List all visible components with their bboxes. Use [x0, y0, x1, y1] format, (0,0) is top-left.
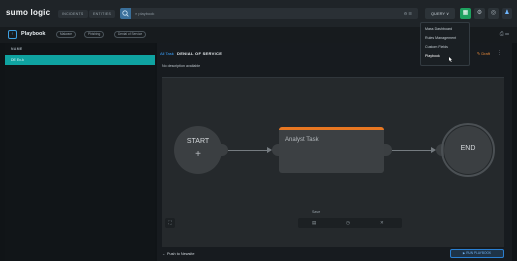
sumo-logic-logo[interactable]: sumo logic: [6, 8, 50, 17]
task-node-label: Analyst Task: [285, 137, 319, 143]
view-toggle-icons[interactable]: ⎙ ▭: [500, 31, 509, 37]
end-node-label: END: [460, 145, 476, 152]
more-options-icon[interactable]: ⋮: [497, 50, 502, 56]
toolbar-label: Save: [312, 210, 321, 214]
menu-item-playbook[interactable]: Playbook: [425, 54, 440, 58]
apps-grid-icon[interactable]: ▦: [460, 8, 471, 19]
filter-tag-denial-of-service[interactable]: Denial of Service: [114, 31, 147, 38]
entities-nav-button[interactable]: ENTITIES: [89, 10, 116, 18]
list-item[interactable]: DE Ex-k: [5, 55, 155, 65]
incidents-nav-button[interactable]: INCIDENTS: [58, 10, 88, 18]
menu-item-mass-dashboard[interactable]: Mass Dashboard: [425, 27, 452, 31]
start-output-port[interactable]: [220, 144, 228, 156]
back-button[interactable]: ‹: [8, 30, 17, 39]
close-icon[interactable]: ✕: [380, 220, 384, 226]
menu-item-custom-fields[interactable]: Custom Fields: [425, 45, 448, 49]
list-item-label: DE Ex-k: [11, 58, 24, 62]
playbook-description: No description available: [162, 64, 201, 68]
task-status-bar: [279, 127, 384, 130]
task-output-port[interactable]: [384, 144, 392, 156]
playbook-list-panel: NAME DE Ex-k: [5, 43, 155, 261]
search-input[interactable]: ⌕ playbook: [135, 11, 154, 16]
search-icon[interactable]: [120, 8, 131, 19]
help-icon[interactable]: ◎: [488, 8, 499, 19]
start-node-label: START: [186, 138, 210, 145]
run-playbook-button[interactable]: ▶ RUN PLAYBOOK: [450, 249, 504, 258]
playbook-canvas[interactable]: START + Analyst Task END ⛶ Save ▤ ◷ ✕: [162, 77, 504, 247]
search-options-icon[interactable]: ⚙ ☰: [404, 11, 412, 16]
fullscreen-icon[interactable]: ⛶: [165, 218, 175, 228]
filter-tag-malware[interactable]: Malware: [56, 31, 77, 38]
playbook-name: DENIAL OF SERVICE: [177, 51, 223, 56]
canvas-toolbar: ▤ ◷ ✕: [298, 218, 402, 228]
mouse-cursor-icon: [449, 57, 453, 63]
push-status-text: Push to Newsite: [167, 252, 195, 256]
user-icon[interactable]: ♟: [502, 8, 512, 19]
tab-all-task[interactable]: All Task: [160, 51, 174, 56]
menu-item-rules-management[interactable]: Rules Management: [425, 36, 456, 40]
search-bar[interactable]: ⌕ playbook ⚙ ☰: [120, 8, 418, 19]
connector-task-end: [392, 150, 432, 151]
column-header-name: NAME: [11, 47, 23, 51]
add-node-icon[interactable]: +: [174, 149, 222, 160]
history-icon[interactable]: ◷: [346, 220, 350, 226]
apps-dropdown-menu: Mass Dashboard Rules Management Custom F…: [420, 22, 470, 66]
edit-draft-button[interactable]: ✎ Draft: [477, 51, 490, 56]
playbook-detail-panel: All Task DENIAL OF SERVICE No descriptio…: [157, 43, 512, 261]
save-icon[interactable]: ▤: [312, 220, 316, 226]
filter-tag-phishing[interactable]: Phishing: [84, 31, 105, 38]
gear-icon[interactable]: ⚙: [474, 8, 485, 19]
connector-start-task: [228, 150, 268, 151]
query-dropdown-button[interactable]: QUERY ∨: [425, 8, 455, 19]
page-title: Playbook: [21, 31, 46, 37]
chevron-down-icon[interactable]: ⌄: [162, 251, 165, 256]
analyst-task-node[interactable]: Analyst Task: [279, 127, 384, 173]
